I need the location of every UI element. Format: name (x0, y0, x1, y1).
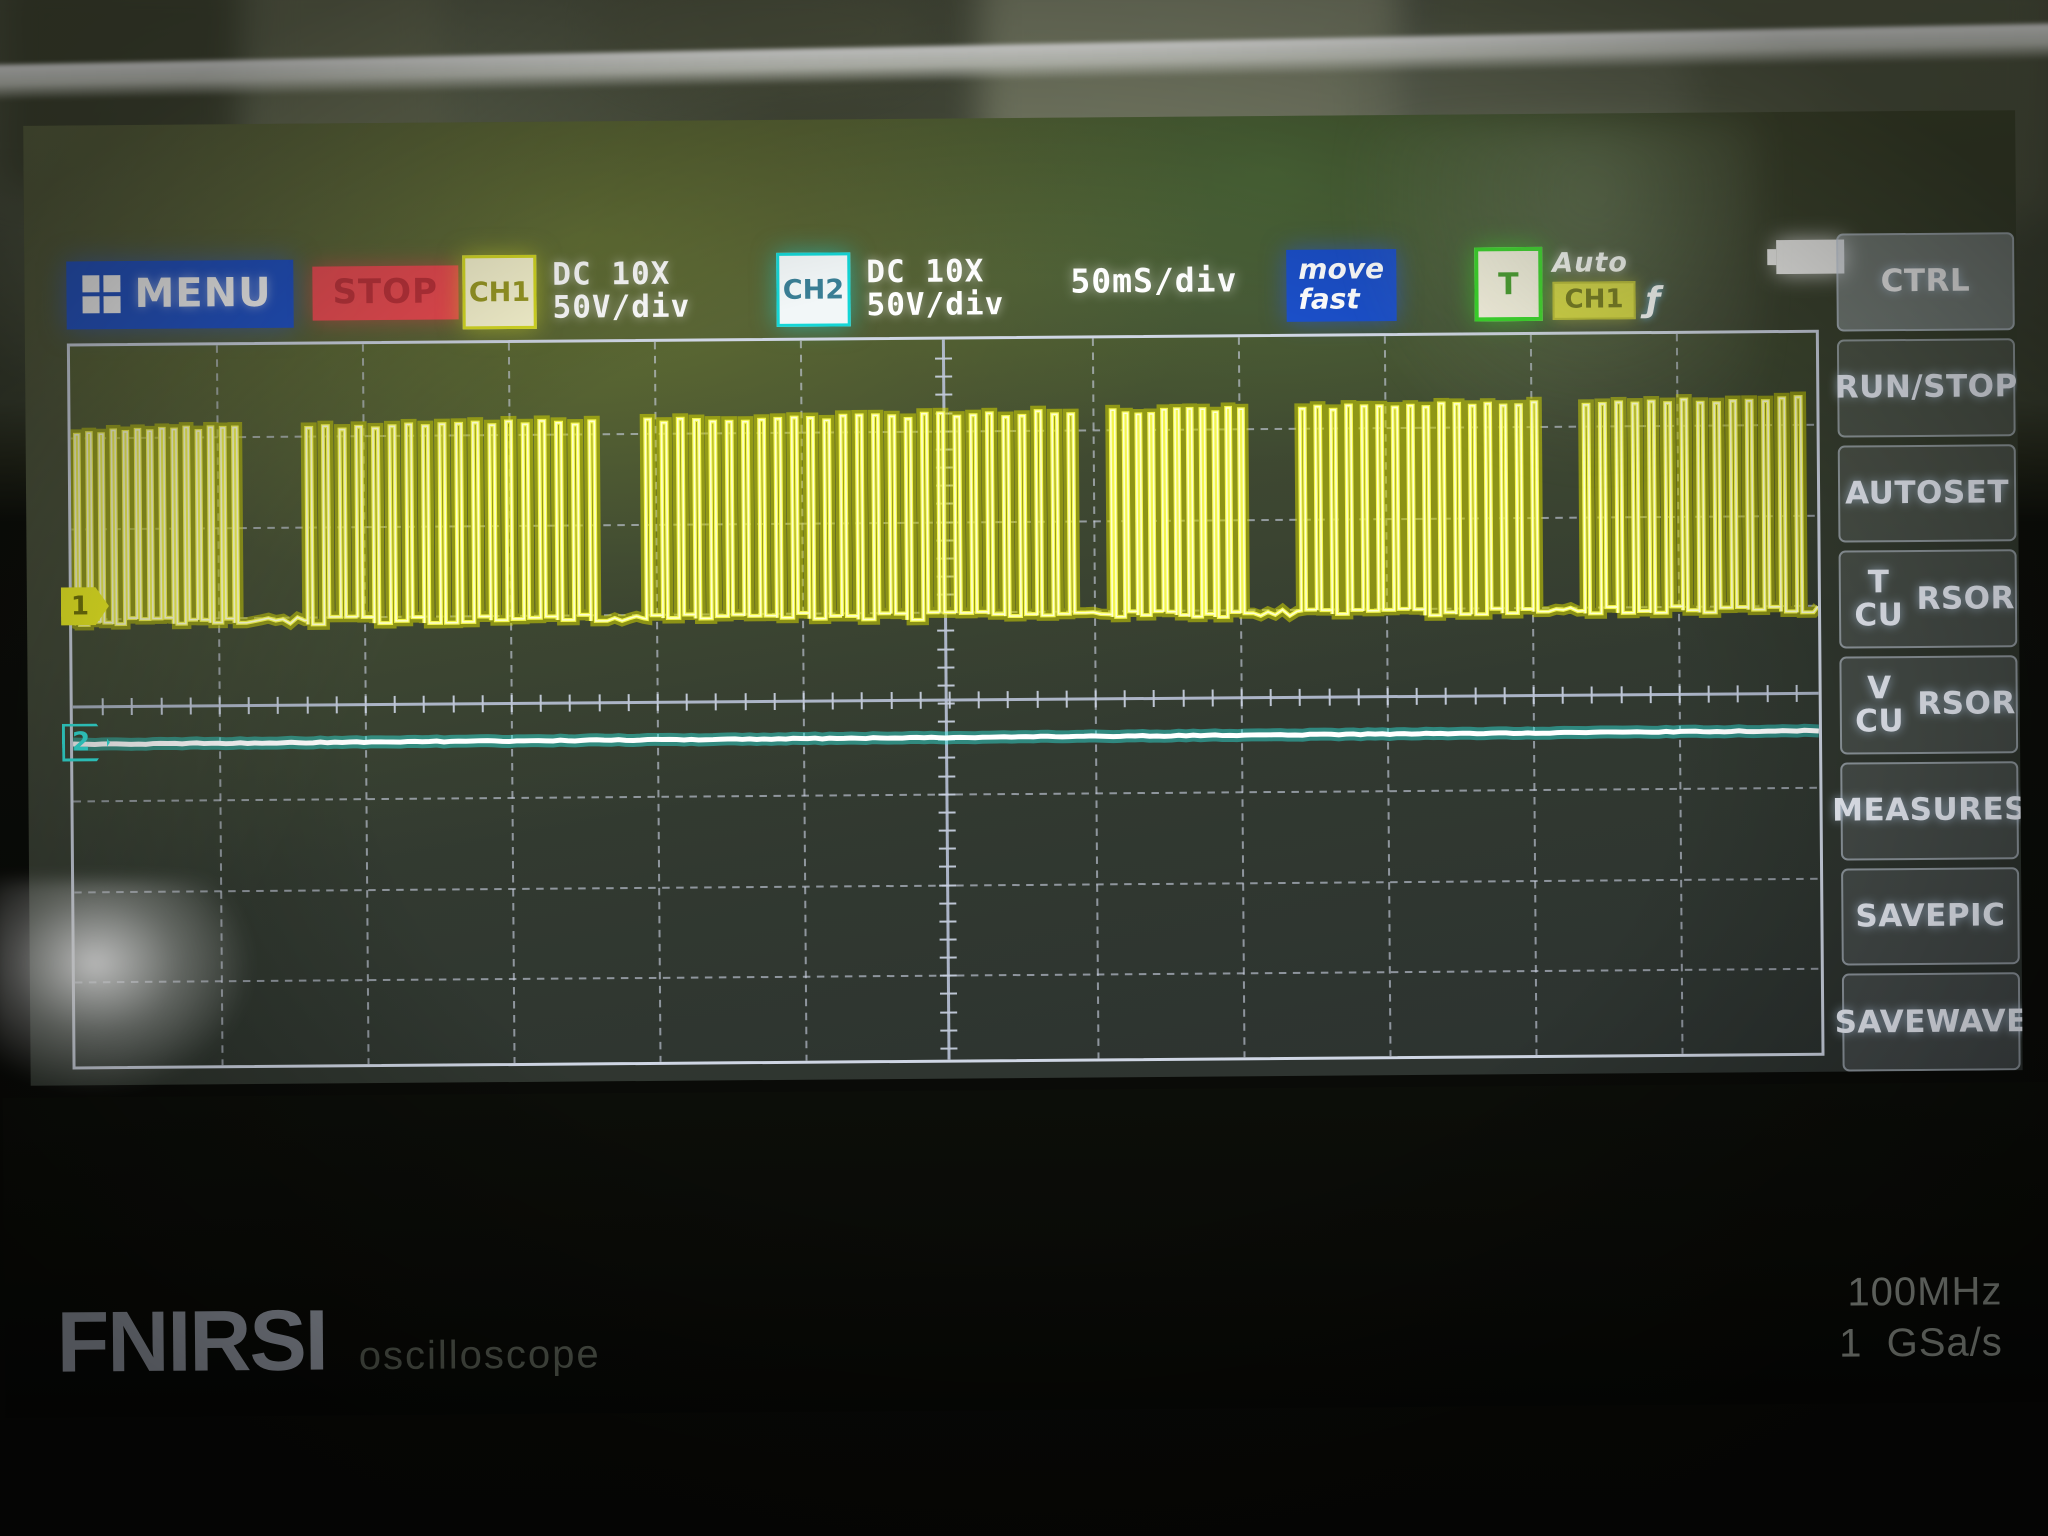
brand-subtitle: oscilloscope (359, 1332, 601, 1379)
ch2-trace (73, 730, 1819, 745)
sidebar-item-label: RSOR (1917, 688, 2016, 722)
sidebar-item-label: RUN/ (1835, 371, 1924, 405)
ch2-button[interactable]: CH2 (776, 252, 851, 327)
sidebar-item-label: V CU (1842, 672, 1918, 738)
trigger-details: Auto CH1 ƒ (1552, 246, 1660, 320)
sidebar-item-auto-set[interactable]: AUTOSET (1838, 444, 2017, 543)
waveform-canvas (70, 333, 1822, 1070)
brand-logo: FNIRSI (56, 1291, 327, 1392)
sidebar-item-label: AUTO (1845, 477, 1943, 511)
ch2-slot: CH2 DC 10X 50V/div (776, 251, 1004, 327)
move-speed-line1: move (1298, 254, 1384, 284)
stop-button[interactable]: STOP (312, 265, 458, 320)
menu-button-label: MENU (134, 270, 271, 317)
menu-slot: MENU (66, 260, 294, 330)
ch1-settings: DC 10X 50V/div (552, 257, 690, 325)
menu-button[interactable]: MENU (66, 260, 294, 330)
rising-edge-icon[interactable]: ƒ (1645, 279, 1660, 319)
sidebar-item-label: CTRL (1881, 265, 1971, 299)
sidebar-item-ctrl[interactable]: CTRL (1836, 232, 2015, 331)
sidebar-item-label: PIC (1947, 899, 2006, 932)
right-button-column: CTRL RUN/STOP AUTOSET T CURSOR V CURSOR … (1836, 232, 2021, 1071)
device-specs: 100MHz 1 GSa/s (1839, 1266, 2003, 1370)
trigger-source-row: CH1 ƒ (1552, 279, 1660, 320)
brand-block: FNIRSI oscilloscope (56, 1289, 601, 1392)
oscilloscope-screen: MENU STOP CH1 DC 10X 50V/div CH2 (23, 110, 2022, 1086)
battery-full-icon (1776, 240, 1844, 275)
timebase-readout[interactable]: 50mS/div (1070, 260, 1237, 300)
bandwidth-spec: 100MHz (1839, 1266, 2003, 1318)
ch2-volts-per-div[interactable]: 50V/div (866, 288, 1004, 323)
ch1-coupling-probe[interactable]: DC 10X (552, 257, 690, 292)
ch1-trace (70, 397, 1818, 626)
sidebar-item-label: WAVE (1926, 1005, 2023, 1039)
oscilloscope-device: MENU STOP CH1 DC 10X 50V/div CH2 (0, 70, 2048, 1406)
sidebar-item-label: T CU (1841, 566, 1917, 632)
sidebar-item-label: RSOR (1916, 582, 2015, 616)
sample-rate-spec: 1 GSa/s (1839, 1318, 2003, 1370)
sidebar-item-label: URES (1932, 793, 2022, 827)
move-speed-slot: move fast (1286, 249, 1396, 321)
photo-backdrop: MENU STOP CH1 DC 10X 50V/div CH2 (0, 0, 2048, 1536)
ch2-coupling-probe[interactable]: DC 10X (866, 255, 1004, 290)
move-speed-line2: fast (1298, 284, 1384, 314)
ch1-button[interactable]: CH1 (462, 255, 537, 330)
sidebar-item-label: SAVE (1835, 1006, 1927, 1040)
waveform-graticule[interactable] (67, 330, 1825, 1070)
trigger-button[interactable]: T (1474, 247, 1543, 322)
top-toolbar: MENU STOP CH1 DC 10X 50V/div CH2 (24, 233, 1925, 344)
device-bottom-bezel: FNIRSI oscilloscope 100MHz 1 GSa/s (3, 1082, 2048, 1418)
sidebar-item-measures[interactable]: MEASURES (1840, 761, 2019, 860)
sidebar-item-save-pic[interactable]: SAVEPIC (1841, 867, 2020, 966)
sidebar-item-label: SET (1943, 476, 2009, 509)
ch2-settings: DC 10X 50V/div (866, 255, 1004, 323)
sidebar-item-label: SAVE (1855, 900, 1947, 934)
timebase-slot: 50mS/div (1070, 260, 1237, 300)
trigger-slot: T Auto CH1 ƒ (1474, 246, 1660, 321)
sidebar-item-run-stop[interactable]: RUN/STOP (1837, 338, 2016, 437)
sidebar-item-t-cursor[interactable]: T CURSOR (1839, 549, 2018, 648)
ch1-slot: CH1 DC 10X 50V/div (462, 254, 690, 330)
ch1-volts-per-div[interactable]: 50V/div (552, 291, 690, 326)
run-state-slot: STOP (312, 265, 458, 320)
grid-icon (82, 275, 120, 313)
sidebar-item-label: STOP (1923, 370, 2018, 404)
sidebar-item-label: MEAS (1832, 794, 1933, 828)
move-speed-button[interactable]: move fast (1286, 249, 1396, 321)
trigger-mode[interactable]: Auto (1552, 246, 1660, 278)
sidebar-item-save-wave[interactable]: SAVEWAVE (1842, 972, 2021, 1071)
sidebar-item-v-cursor[interactable]: V CURSOR (1839, 655, 2018, 754)
trigger-source[interactable]: CH1 (1552, 281, 1635, 320)
